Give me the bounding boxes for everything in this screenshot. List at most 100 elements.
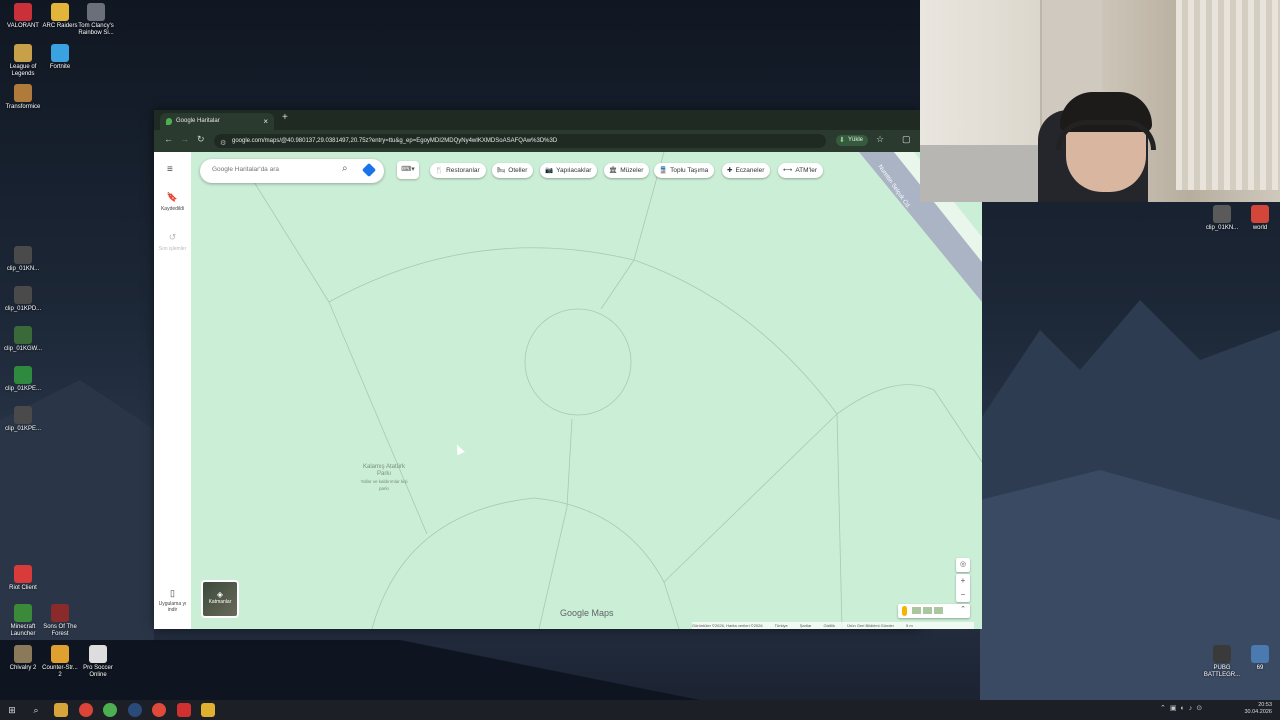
desktop-shortcut-icon[interactable]: 69 bbox=[1240, 645, 1280, 672]
category-chip[interactable]: 📷 Yapılacaklar bbox=[540, 163, 598, 178]
my-location-button[interactable]: ◎ bbox=[956, 558, 970, 572]
app-shortcut-icon bbox=[14, 3, 32, 21]
zoom-in-button[interactable]: + bbox=[956, 574, 970, 588]
windows-icon[interactable]: ⊞ bbox=[5, 703, 19, 717]
tab-close-icon[interactable]: × bbox=[263, 113, 268, 130]
desktop-shortcut-icon[interactable]: ARC Raiders bbox=[40, 3, 80, 30]
attribution-link[interactable]: Ürün Geri Bildirimi Gönder bbox=[847, 623, 894, 628]
app-shortcut-icon bbox=[51, 44, 69, 62]
layers-button[interactable]: ◈ Katmanlar bbox=[201, 580, 239, 618]
layers-icon: ◈ bbox=[216, 590, 224, 599]
zoom-out-button[interactable]: − bbox=[956, 588, 970, 602]
reload-button[interactable]: ↻ bbox=[197, 134, 205, 145]
desktop-shortcut-icon[interactable]: clip_01KPD... bbox=[3, 286, 43, 313]
recent-button[interactable]: ↺ Son işlemler bbox=[154, 232, 191, 252]
saved-button[interactable]: 🔖 Kaydedildi bbox=[154, 192, 191, 212]
back-button[interactable]: ← bbox=[164, 134, 173, 144]
get-app-button[interactable]: ▯ Uygulama yı indir bbox=[154, 588, 191, 613]
input-tools-button[interactable]: ⌨▾ bbox=[397, 161, 419, 179]
desktop-shortcut-icon[interactable]: PUBG BATTLEGR... bbox=[1202, 645, 1242, 679]
category-chip[interactable]: ✚ Eczaneler bbox=[722, 163, 771, 178]
desktop-shortcut-icon[interactable]: Riot Client bbox=[3, 565, 43, 592]
desktop-icon-label: 69 bbox=[1256, 665, 1264, 671]
desktop-shortcut-icon[interactable]: Chivalry 2 bbox=[3, 645, 43, 672]
attribution-link[interactable]: Görüntüler ©2026, Harita verileri ©2026 bbox=[692, 623, 763, 628]
attribution-bar: Görüntüler ©2026, Harita verileri ©2026 T… bbox=[692, 622, 974, 629]
site-info-icon[interactable]: ⚙ bbox=[220, 137, 226, 148]
new-tab-button[interactable]: + bbox=[282, 112, 288, 123]
desktop-shortcut-icon[interactable]: League of Legends bbox=[3, 44, 43, 78]
search-box: ⌕ bbox=[200, 159, 384, 183]
taskbar: ⊞ ⌕ ⌃▣◐♪⊙ 20:53 30.04.2026 bbox=[0, 700, 1280, 720]
search-icon[interactable]: ⌕ bbox=[29, 703, 43, 717]
extensions-icon[interactable]: ▢ bbox=[902, 134, 911, 145]
park-name: Kalamış Atatürk Parkı bbox=[362, 464, 406, 477]
desktop-shortcut-icon[interactable]: world bbox=[1240, 205, 1280, 232]
desktop-icon-label: Fortnite bbox=[49, 64, 71, 70]
desktop-shortcut-icon[interactable]: clip_01KN... bbox=[1202, 205, 1242, 232]
category-chip[interactable]: 🚆 Toplu Taşıma bbox=[654, 163, 715, 178]
browser-tab[interactable]: Google Haritalar × bbox=[160, 113, 274, 130]
desktop-icon-label: Sons Of The Forest bbox=[43, 624, 77, 637]
app-shortcut-icon bbox=[14, 326, 32, 344]
desktop-shortcut-icon[interactable]: Minecraft Launcher bbox=[3, 604, 43, 638]
app-shortcut-icon bbox=[14, 604, 32, 622]
desktop-shortcut-icon[interactable]: clip_01KPE... bbox=[3, 366, 43, 393]
desktop-shortcut-icon[interactable]: Tom Clancy's Rainbow Si... bbox=[76, 3, 116, 37]
chip-label: Yapılacaklar bbox=[556, 167, 592, 174]
chip-label: Müzeler bbox=[620, 167, 644, 174]
layers-label: Katmanlar bbox=[208, 599, 232, 605]
desktop-shortcut-icon[interactable]: VALORANT bbox=[3, 3, 43, 30]
desktop-shortcut-icon[interactable]: Transformice bbox=[3, 84, 43, 111]
bookmark-star-icon[interactable]: ☆ bbox=[876, 134, 884, 145]
chip-label: Eczaneler bbox=[735, 167, 765, 174]
file-explorer-icon[interactable] bbox=[54, 703, 68, 717]
history-icon: ↺ bbox=[168, 232, 177, 242]
desktop-shortcut-icon[interactable]: Counter-Str... 2 bbox=[40, 645, 80, 679]
desktop-shortcut-icon[interactable]: Fortnite bbox=[40, 44, 80, 71]
category-chip[interactable]: ⟷ ATM'ler bbox=[778, 163, 824, 178]
imagery-thumbnail[interactable] bbox=[912, 607, 921, 614]
desktop-shortcut-icon[interactable]: Sons Of The Forest bbox=[40, 604, 80, 638]
desktop-icon-label: clip_01KPE... bbox=[4, 386, 42, 392]
imagery-thumbnail[interactable] bbox=[934, 607, 943, 614]
chrome-icon[interactable] bbox=[103, 703, 117, 717]
system-tray-icons[interactable]: ⌃▣◐♪⊙ bbox=[1160, 704, 1206, 712]
desktop-icon-label: League of Legends bbox=[9, 64, 37, 77]
attribution-link[interactable]: Şartlar bbox=[800, 623, 812, 628]
expand-icon[interactable]: ⌃ bbox=[960, 605, 966, 613]
browser-icon[interactable] bbox=[152, 703, 166, 717]
app-icon[interactable] bbox=[201, 703, 215, 717]
get-app-label: Uygulama yı indir bbox=[158, 601, 187, 613]
install-button[interactable]: ⬇ Yükle bbox=[836, 135, 869, 146]
category-chip[interactable]: 🛏 Oteller bbox=[492, 163, 534, 178]
attribution-link[interactable]: 5 m bbox=[906, 623, 913, 628]
chip-label: Restoranlar bbox=[446, 167, 480, 174]
chrome-icon[interactable] bbox=[79, 703, 93, 717]
menu-icon[interactable]: ≡ bbox=[167, 164, 173, 175]
directions-icon[interactable] bbox=[361, 162, 377, 178]
desktop-shortcut-icon[interactable]: clip_01KPE... bbox=[3, 406, 43, 433]
park-label[interactable]: Kalamış Atatürk Parkı Yollar ve kaldırım… bbox=[356, 464, 412, 492]
attribution-link[interactable]: Türkiye bbox=[775, 623, 788, 628]
maps-side-rail: ≡ 🔖 Kaydedildi ↺ Son işlemler ▯ Uygulama… bbox=[154, 152, 191, 629]
pegman-icon[interactable] bbox=[902, 606, 907, 616]
url-field[interactable]: ⚙ google.com/maps/@40.980137,29.0381497,… bbox=[214, 134, 826, 148]
riot-icon[interactable] bbox=[177, 703, 191, 717]
search-input[interactable] bbox=[210, 165, 334, 174]
imagery-thumbnail[interactable] bbox=[923, 607, 932, 614]
desktop-icon-label: Chivalry 2 bbox=[9, 665, 37, 671]
clock[interactable]: 20:53 30.04.2026 bbox=[1244, 702, 1272, 716]
attribution-link[interactable]: Gizlilik bbox=[824, 623, 836, 628]
desktop-shortcut-icon[interactable]: Pro Soccer Online bbox=[78, 645, 118, 679]
search-icon[interactable]: ⌕ bbox=[342, 163, 348, 174]
desktop-shortcut-icon[interactable]: clip_01KN... bbox=[3, 246, 43, 273]
category-chip[interactable]: 🍴 Restoranlar bbox=[430, 163, 486, 178]
forward-button[interactable]: → bbox=[180, 134, 189, 144]
chip-label: Oteller bbox=[508, 167, 528, 174]
steam-icon[interactable] bbox=[128, 703, 142, 717]
category-chip[interactable]: 🏛 Müzeler bbox=[604, 163, 650, 178]
maps-view[interactable]: Nurettin Selçuk Cd. Kalamış Atatürk Park… bbox=[154, 152, 982, 629]
map-canvas[interactable] bbox=[154, 152, 982, 629]
desktop-shortcut-icon[interactable]: clip_01KGW... bbox=[3, 326, 43, 353]
